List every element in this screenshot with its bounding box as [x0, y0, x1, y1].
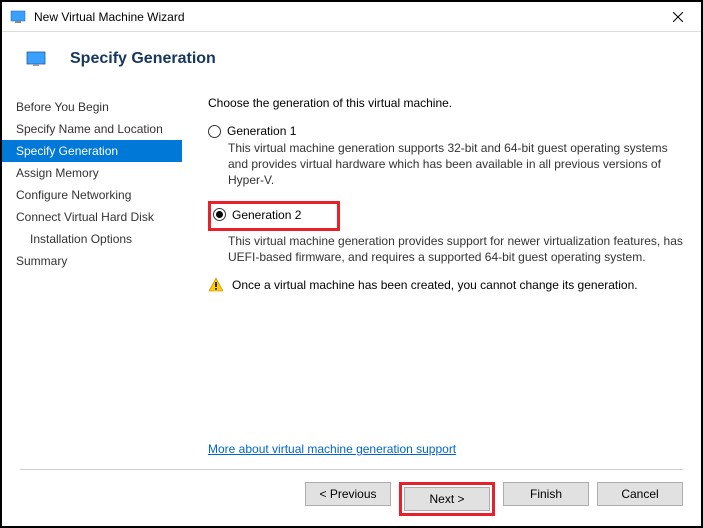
wizard-footer: < Previous Next > Finish Cancel — [20, 469, 683, 516]
step-connect-vhd[interactable]: Connect Virtual Hard Disk — [2, 206, 182, 228]
previous-button[interactable]: < Previous — [305, 482, 391, 506]
wizard-content: Choose the generation of this virtual ma… — [182, 86, 701, 466]
wizard-body: Before You Begin Specify Name and Locati… — [2, 86, 701, 466]
step-assign-memory[interactable]: Assign Memory — [2, 162, 182, 184]
monitor-icon — [26, 51, 46, 67]
radio-generation-1[interactable]: Generation 1 — [208, 124, 683, 138]
app-icon — [10, 9, 26, 25]
titlebar: New Virtual Machine Wizard — [2, 2, 701, 32]
highlight-next: Next > — [399, 482, 495, 516]
next-button[interactable]: Next > — [404, 487, 490, 511]
radio-icon — [213, 208, 226, 221]
page-title: Specify Generation — [70, 50, 216, 68]
cancel-button[interactable]: Cancel — [597, 482, 683, 506]
finish-button[interactable]: Finish — [503, 482, 589, 506]
step-configure-networking[interactable]: Configure Networking — [2, 184, 182, 206]
wizard-header: Specify Generation — [2, 32, 701, 86]
radio-icon — [208, 125, 221, 138]
wizard-sidebar: Before You Begin Specify Name and Locati… — [2, 86, 182, 466]
window-title: New Virtual Machine Wizard — [34, 10, 663, 24]
warning-icon — [208, 277, 224, 293]
step-specify-generation[interactable]: Specify Generation — [2, 140, 182, 162]
step-specify-name-location[interactable]: Specify Name and Location — [2, 118, 182, 140]
step-before-you-begin[interactable]: Before You Begin — [2, 96, 182, 118]
highlight-gen2: Generation 2 — [208, 201, 340, 231]
link-more-about-generation[interactable]: More about virtual machine generation su… — [208, 442, 456, 456]
radio-generation-2[interactable]: Generation 2 — [213, 208, 301, 222]
radio-label-gen2: Generation 2 — [232, 208, 301, 222]
warning-row: Once a virtual machine has been created,… — [208, 277, 683, 293]
gen1-description: This virtual machine generation supports… — [228, 140, 683, 189]
gen2-description: This virtual machine generation provides… — [228, 233, 683, 265]
close-button[interactable] — [663, 2, 693, 32]
radio-label-gen1: Generation 1 — [227, 124, 296, 138]
step-summary[interactable]: Summary — [2, 250, 182, 272]
warning-text: Once a virtual machine has been created,… — [232, 278, 638, 292]
step-installation-options[interactable]: Installation Options — [2, 228, 182, 250]
close-icon — [673, 12, 683, 22]
intro-text: Choose the generation of this virtual ma… — [208, 96, 683, 110]
